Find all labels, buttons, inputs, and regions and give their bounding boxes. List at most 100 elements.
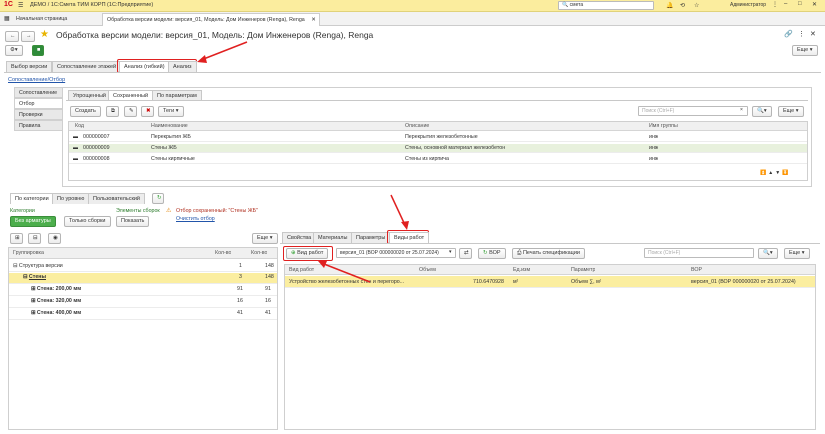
copy-button[interactable]: ⧉ [106,106,119,117]
search-icon: 🔍 [763,250,770,256]
star-icon[interactable]: ☆ [694,2,699,9]
refresh-icon: ↻ [157,195,162,201]
row-icon: ▬ [73,134,79,140]
categories-label: Категории [10,208,35,214]
title-bar: 1С ☰ ДЕМО / 1С:Смета ТИМ КОРП (1С:Предпр… [0,0,825,12]
bell-icon[interactable]: 🔔 [666,2,673,9]
filter-search-button[interactable]: 🔍▾ [752,106,772,117]
favorite-star-icon[interactable]: ★ [40,29,49,40]
forward-button[interactable]: → [21,31,35,42]
section-link[interactable]: Сопоставление/Отбор [8,77,65,83]
search-icon: 🔍 [757,108,764,114]
tab-home[interactable]: Начальная страница [12,14,71,25]
side-tab-rules[interactable]: Правила [14,120,62,131]
first-page-icon[interactable]: ⏫ [760,170,768,176]
more-vert-icon[interactable]: ⋮ [798,30,805,38]
close-form-icon[interactable]: ✕ [810,30,816,38]
tree-row[interactable]: ⊞ Стена: 200,00 мм 91 91 [9,285,277,296]
only-assemblies-button[interactable]: Только сборки [64,216,111,227]
tree-row[interactable]: ⊟ Структура версии 1 148 [9,262,277,272]
history-icon[interactable]: ⟲ [680,2,685,9]
copy-icon: ⧉ [111,108,115,114]
clear-filter-link[interactable]: Очистить отбор [176,216,215,222]
clear-search-icon[interactable]: × [740,107,743,113]
side-tab-filter[interactable]: Отбор [14,98,62,109]
warning-icon: ⚠ [166,208,172,214]
tab-floor-mapping[interactable]: Сопоставление этажей [52,61,122,72]
table-row[interactable]: ▬ 000000007 Перекрытия ЖБ Перекрытия жел… [69,133,807,142]
settings-menu-button[interactable]: ⚙▾ [5,45,23,56]
col-code[interactable]: Код [75,122,84,131]
create-button[interactable]: Создать [70,106,101,117]
table-row-selected[interactable]: ▬ 000000009 Стены ЖБ Стены, основной мат… [69,144,807,153]
tab-parameters[interactable]: Параметры [351,232,391,243]
works-table [284,264,816,430]
filter-table-header: Код Наименование Описание Имя группы [69,122,807,131]
col-description[interactable]: Описание [405,122,429,131]
annotation-arrow-1 [197,41,248,63]
tab-materials[interactable]: Материалы [313,232,353,243]
color-button[interactable]: ◉ [48,233,61,244]
tree-row-selected[interactable]: ⊟ Стены 3 148 [9,273,277,284]
assembly-elements-label: Элементы сборок [116,208,160,214]
edit-button[interactable]: ✎ [124,106,137,117]
tree-row[interactable]: ⊞ Стена: 400,00 мм 41 41 [9,309,277,320]
tab-properties[interactable]: Свойства [282,232,317,243]
table-row[interactable]: ▬ 000000008 Стены кирпичные Стены из кир… [69,155,807,164]
user-name[interactable]: Администратор [730,2,766,8]
annotation-arrow-2 [390,194,409,230]
grid-icon[interactable]: ▦ [4,15,10,22]
save-button[interactable]: ■ [32,45,44,56]
bor-button[interactable]: ↻ ВОР [478,248,506,259]
close-icon[interactable]: ✕ [812,1,817,8]
print-spec-button[interactable]: ⎙ Печать спецификации [512,248,585,259]
link-icon[interactable]: 🔗 [784,30,793,38]
filter-tabs-line [66,100,808,101]
maximize-icon[interactable]: □ [798,1,802,7]
no-rebar-button[interactable]: Без арматуры [10,216,56,227]
app-logo: 1С [4,1,13,8]
settings-icon[interactable]: ⋮ [772,1,778,8]
works-more-button[interactable]: Еще ▾ [784,248,810,259]
tab-analysis[interactable]: Анализ [168,61,197,72]
link-version-button[interactable]: ⇄ [459,248,472,259]
row-icon: ▬ [73,156,79,162]
menu-icon[interactable]: ☰ [18,2,23,9]
window-title: ДЕМО / 1С:Смета ТИМ КОРП (1С:Предприятие… [30,2,154,8]
group-tab-level[interactable]: По уровню [52,193,90,204]
works-search-input[interactable]: Поиск (Ctrl+F) [644,248,754,258]
dropdown-icon[interactable]: ▾ [449,249,452,255]
col-group[interactable]: Имя группы [649,122,678,131]
filter-more-button[interactable]: Еще ▾ [778,106,804,117]
side-tab-mapping[interactable]: Сопоставление [14,87,62,98]
filter-search-input[interactable]: Поиск (Ctrl+F) [638,106,748,116]
saved-filter-text: Отбор сохраненный: "Стены ЖБ" [176,208,258,214]
group-tab-category[interactable]: По категории [10,193,54,204]
tree-expand-button[interactable]: ⊞ [10,233,23,244]
tab-work-types[interactable]: Виды работ [389,232,430,243]
close-tab-icon[interactable]: ✕ [311,14,315,27]
tree-row[interactable]: ⊞ Стена: 320,00 мм 16 16 [9,297,277,308]
refresh-button[interactable]: ↻ [152,193,164,204]
last-page-icon[interactable]: ⏬ [782,170,790,176]
side-tab-checks[interactable]: Проверки [14,109,62,120]
tree-collapse-button[interactable]: ⊟ [28,233,41,244]
tab-flex-analysis[interactable]: Анализ (гибкий) [119,61,170,72]
delete-button[interactable]: ✖ [141,106,154,117]
col-name[interactable]: Наименование [151,122,188,131]
group-table-header: Группировка Кол-во Кол-во [9,248,277,259]
tab-current[interactable]: Обработка версии модели: версия_01, Моде… [102,13,320,26]
tags-button[interactable]: Теги ▾ [158,106,184,117]
back-button[interactable]: ← [5,31,19,42]
works-search-button[interactable]: 🔍▾ [758,248,778,259]
delete-icon: ✖ [146,108,151,114]
show-button[interactable]: Показать [116,216,150,227]
minimize-icon[interactable]: – [784,1,787,7]
global-search-input[interactable]: 🔍 смета [558,1,654,10]
tab-version-select[interactable]: Выбор версии [6,61,53,72]
search-icon: 🔍 [562,2,569,8]
annotation-arrow-3 [318,261,371,283]
group-tab-custom[interactable]: Пользовательский [88,193,145,204]
group-more-button[interactable]: Еще ▾ [252,233,278,244]
page-more-button[interactable]: Еще ▾ [792,45,818,56]
